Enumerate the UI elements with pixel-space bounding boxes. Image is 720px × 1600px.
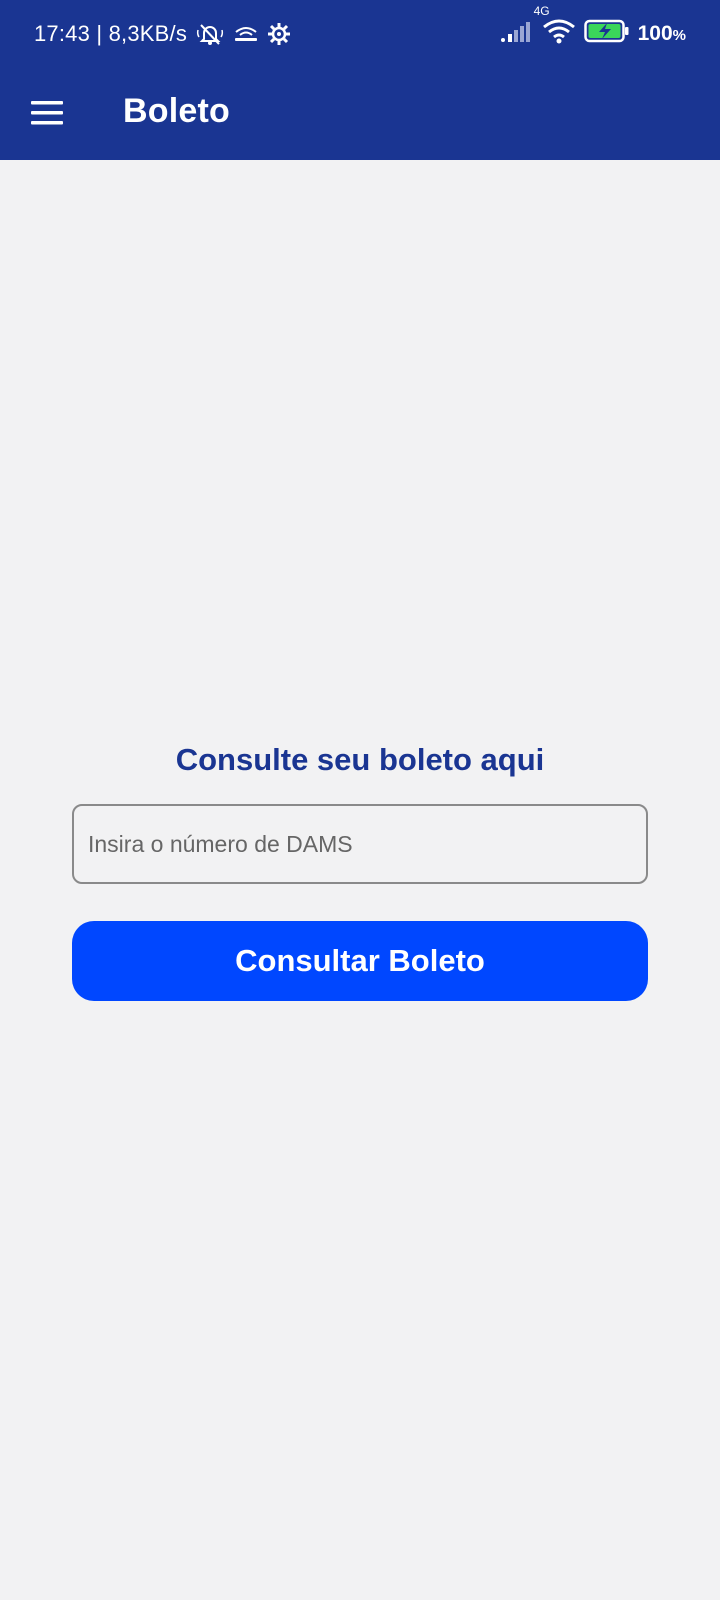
wifi-icon (542, 18, 576, 50)
dams-input-container[interactable] (72, 804, 648, 884)
status-left: 17:43 | 8,3KB/s (34, 18, 291, 50)
battery-unit: % (672, 27, 686, 44)
section-heading: Consulte seu boleto aqui (175, 742, 545, 777)
signal-icon: 4G (490, 4, 550, 50)
consult-boleto-button[interactable]: Consultar Boleto (72, 921, 648, 1001)
muted-alarm-icon (195, 21, 225, 47)
battery-percent: 100 (637, 22, 673, 45)
page-title: Boleto (123, 92, 230, 130)
network-type: 4G (533, 4, 550, 18)
top-bar: 17:43 | 8,3KB/s 4G 100% Boleto (0, 0, 720, 160)
status-bar: 17:43 | 8,3KB/s 4G 100% (0, 0, 720, 68)
menu-button[interactable] (22, 88, 72, 138)
gear-icon (267, 22, 291, 46)
app-bar: Boleto (0, 68, 720, 160)
menu-icon (31, 101, 63, 125)
battery-charging-icon (583, 19, 630, 49)
vowifi-icon (233, 24, 259, 44)
battery-level: 100% (638, 22, 686, 46)
status-time-speed: 17:43 | 8,3KB/s (34, 21, 188, 46)
dams-number-input[interactable] (88, 830, 646, 858)
status-right: 4G 100% (490, 4, 686, 50)
